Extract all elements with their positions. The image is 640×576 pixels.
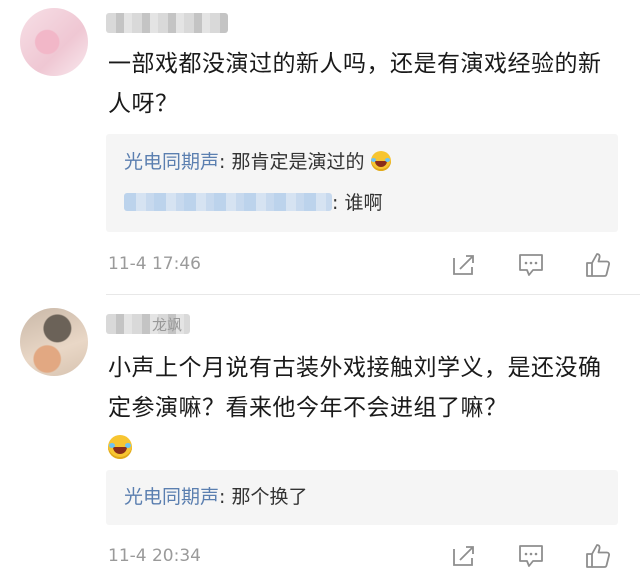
reply-author[interactable]: 光电同期声 (124, 151, 219, 173)
laughing-tears-emoji-icon (108, 435, 132, 459)
laughing-tears-emoji-icon (370, 151, 391, 171)
comment-timestamp: 11-4 20:34 (108, 546, 201, 566)
username-partial[interactable]: 龙飒 (152, 314, 182, 335)
reply-author-blurred[interactable] (124, 193, 332, 211)
reply-text: 那个换了 (225, 486, 308, 508)
replies-box[interactable]: 光电同期声: 那肯定是演过的 : 谁啊 (106, 134, 618, 232)
comment-icon[interactable] (518, 543, 544, 569)
username-blurred[interactable] (106, 13, 228, 33)
comment-body-text: 小声上个月说有古装外戏接触刘学义，是还没确定参演嘛？看来他今年不会进组了嘛？ (108, 355, 602, 421)
comment-body: 一部戏都没演过的新人吗，还是有演戏经验的新人呀？ (108, 51, 602, 117)
replies-box[interactable]: 光电同期声: 那个换了 (106, 470, 618, 525)
reply-text: 那肯定是演过的 (225, 151, 365, 173)
avatar[interactable] (20, 8, 88, 76)
comment-body: 小声上个月说有古装外戏接触刘学义，是还没确定参演嘛？看来他今年不会进组了嘛？ (108, 348, 623, 468)
reply-text: 谁啊 (338, 192, 383, 214)
reply-item[interactable]: 光电同期声: 那个换了 (124, 483, 307, 511)
reply-author[interactable]: 光电同期声 (124, 486, 219, 508)
thumbs-up-icon[interactable] (585, 543, 611, 569)
share-icon[interactable] (451, 543, 477, 569)
comment-icon[interactable] (518, 252, 544, 278)
comment-timestamp: 11-4 17:46 (108, 254, 201, 274)
thumbs-up-icon[interactable] (585, 252, 611, 278)
comment-divider (106, 294, 640, 295)
avatar[interactable] (20, 308, 88, 376)
reply-item[interactable]: : 谁啊 (124, 189, 382, 217)
reply-item[interactable]: 光电同期声: 那肯定是演过的 (124, 148, 391, 176)
share-icon[interactable] (451, 252, 477, 278)
